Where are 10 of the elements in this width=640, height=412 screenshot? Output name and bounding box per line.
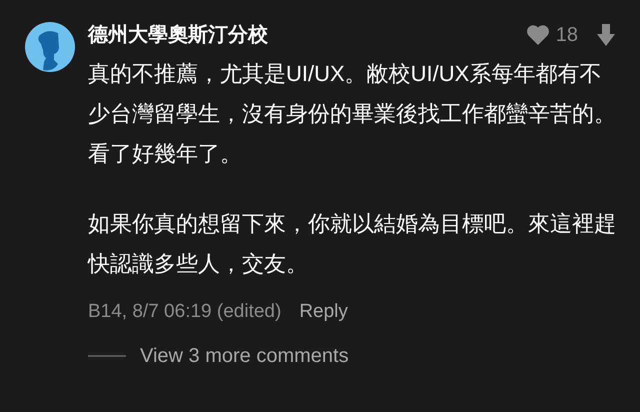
comment-paragraph: 如果你真的想留下來，你就以結婚為目標吧。來這裡趕快認識多些人，交友。 bbox=[88, 210, 617, 278]
heart-icon[interactable] bbox=[526, 24, 550, 46]
reply-link[interactable]: Reply bbox=[299, 298, 348, 326]
like-count: 18 bbox=[556, 23, 578, 48]
downvote-icon[interactable] bbox=[596, 23, 616, 47]
comment-meta: B14, 8/7 06:19 (edited) bbox=[88, 300, 282, 324]
author-name: 德州大學奧斯汀分校 bbox=[88, 23, 268, 48]
avatar-icon bbox=[25, 22, 75, 72]
view-more-comments-link[interactable]: View 3 more comments bbox=[140, 340, 349, 370]
comment-paragraph: 真的不推薦，尤其是UI/UX。敝校UI/UX系每年都有不少台灣留學生，沒有身份的畢業後找工作都蠻辛苦的。看了好幾年了。 bbox=[88, 60, 617, 168]
